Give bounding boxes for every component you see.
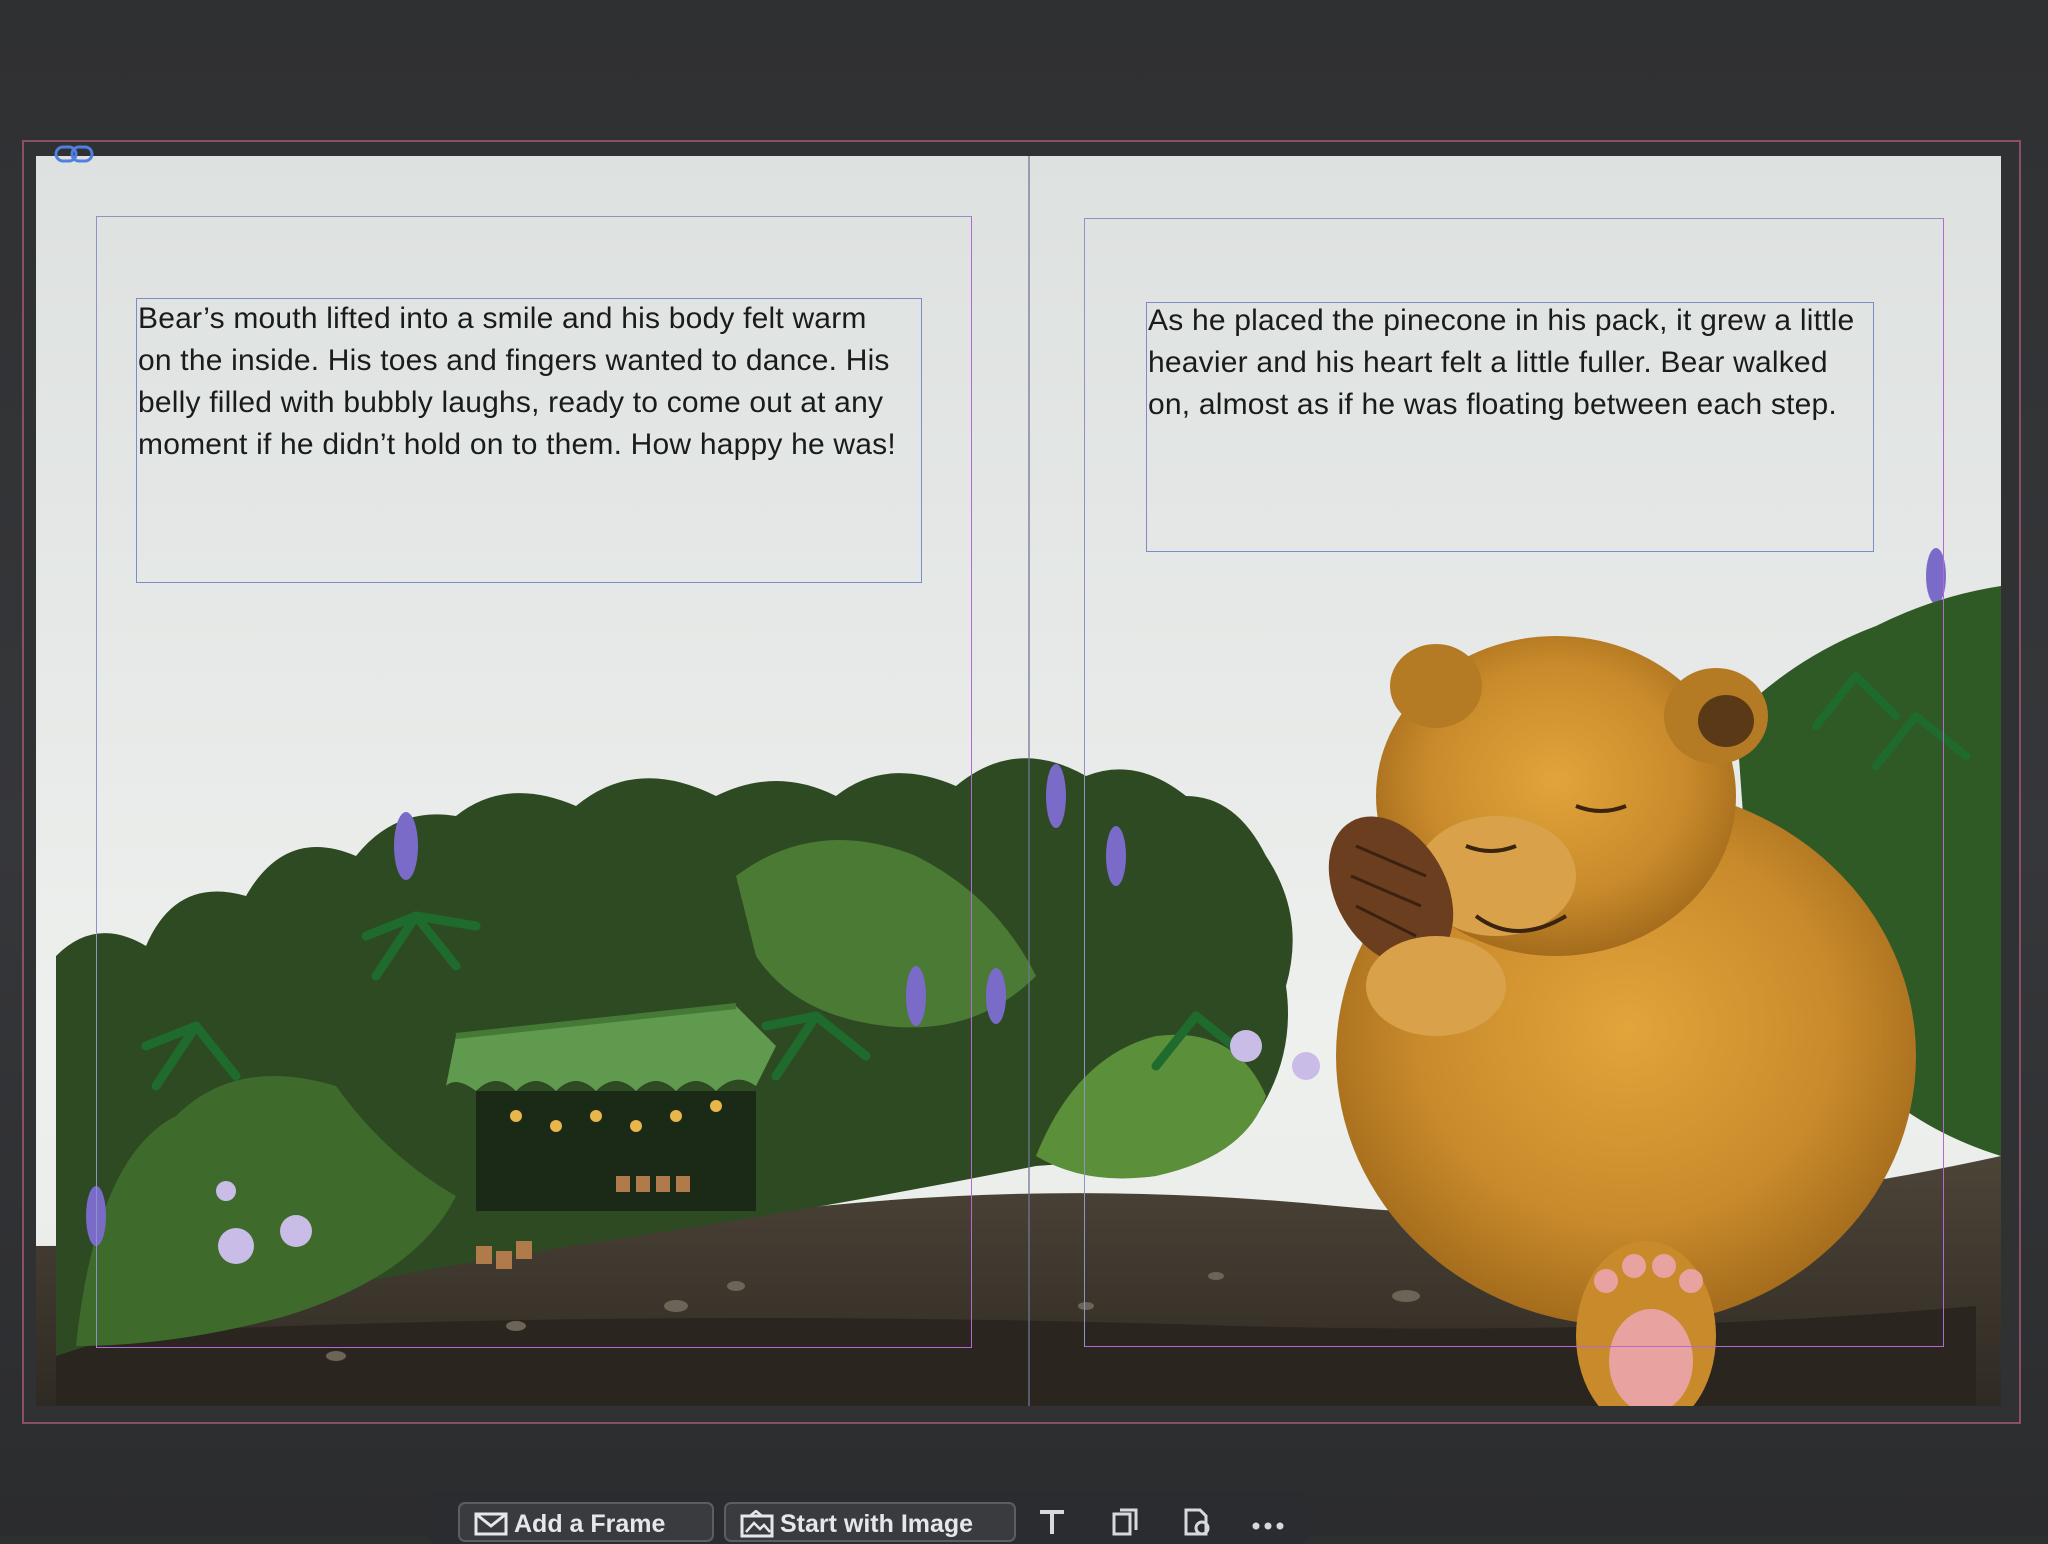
mail-frame-icon (474, 1512, 508, 1536)
link-chain-icon[interactable] (54, 144, 94, 164)
left-page-story-text[interactable]: Bear’s mouth lifted into a smile and his… (138, 298, 898, 466)
pages-icon[interactable] (1108, 1508, 1144, 1536)
start-with-image-label: Start with Image (780, 1510, 974, 1538)
text-tool-icon[interactable] (1034, 1508, 1070, 1536)
add-frame-label: Add a Frame (514, 1510, 666, 1538)
spread-spine-line (1028, 156, 1030, 1406)
right-page-story-text[interactable]: As he placed the pinecone in his pack, i… (1148, 300, 1860, 426)
start-with-image-button[interactable]: Start with Image (724, 1502, 1016, 1542)
image-icon (740, 1510, 774, 1538)
page-settings-icon[interactable] (1180, 1508, 1216, 1536)
more-icon[interactable] (1250, 1508, 1286, 1536)
add-frame-button[interactable]: Add a Frame (458, 1502, 714, 1542)
